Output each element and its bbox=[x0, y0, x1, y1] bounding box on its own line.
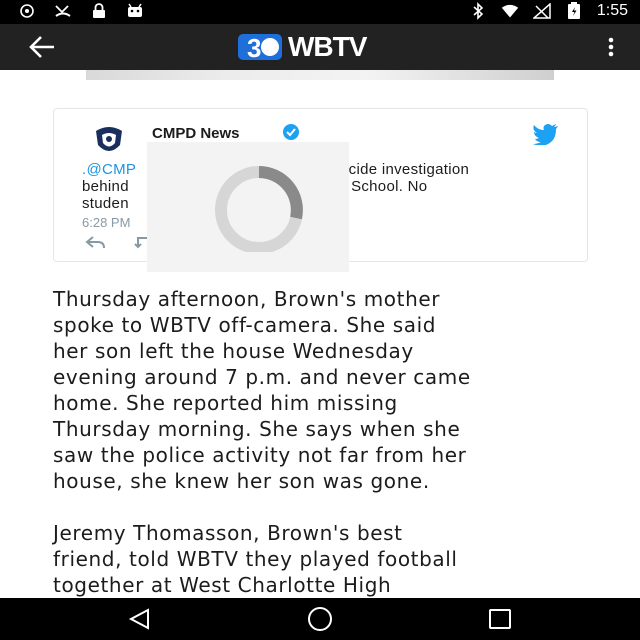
reply-icon[interactable] bbox=[84, 235, 106, 249]
signal-icon bbox=[532, 2, 551, 20]
article-line: spoke to WBTV off-camera. She said bbox=[53, 313, 437, 337]
tweet-timestamp[interactable]: 6:28 PM bbox=[82, 215, 130, 230]
article-paragraph-1: Thursday afternoon, Brown's mother spoke… bbox=[53, 286, 613, 494]
sync-icon bbox=[18, 2, 36, 20]
tweet-line3-head: studen bbox=[82, 195, 129, 212]
loading-overlay bbox=[147, 142, 349, 272]
logo-3-mark: 3 bbox=[238, 33, 282, 63]
nav-recents-button[interactable] bbox=[488, 608, 512, 630]
article-line: Thursday afternoon, Brown's mother bbox=[53, 287, 441, 311]
tweet-author-name[interactable]: CMPD News bbox=[152, 125, 240, 142]
article-line: home. She reported him missing bbox=[53, 391, 398, 415]
article-line: Thursday morning. She says when she bbox=[53, 417, 461, 441]
more-vertical-icon bbox=[608, 37, 614, 57]
article-line: her son left the house Wednesday bbox=[53, 339, 414, 363]
wifi-icon bbox=[501, 2, 519, 20]
nav-back-button[interactable] bbox=[128, 608, 152, 630]
logo-text: WBTV bbox=[288, 31, 367, 62]
article-body: Thursday afternoon, Brown's mother spoke… bbox=[53, 286, 613, 624]
article-line: together at West Charlotte High bbox=[53, 573, 392, 597]
battery-icon bbox=[565, 2, 583, 20]
more-options-button[interactable] bbox=[604, 34, 618, 60]
missed-call-icon bbox=[54, 2, 72, 20]
article-line: friend, told WBTV they played football bbox=[53, 547, 458, 571]
article-line: Jeremy Thomasson, Brown's best bbox=[53, 521, 403, 545]
tweet-line1-tail: micide investigation bbox=[332, 161, 470, 178]
verified-badge-icon bbox=[283, 124, 299, 140]
logo-mark-text: 3 bbox=[247, 33, 261, 63]
loading-spinner-icon bbox=[215, 166, 303, 252]
android-icon bbox=[126, 2, 144, 20]
bluetooth-icon bbox=[469, 2, 487, 20]
tweet-mention-link[interactable]: .@CMP bbox=[82, 161, 136, 178]
system-nav-bar bbox=[0, 598, 640, 640]
article-image-bottom bbox=[86, 70, 554, 80]
back-button[interactable] bbox=[28, 34, 58, 60]
clock: 1:55 bbox=[596, 2, 628, 19]
article-line: evening around 7 p.m. and never came bbox=[53, 365, 471, 389]
tweet-line2-head: behind bbox=[82, 178, 129, 195]
article-paragraph-2: Jeremy Thomasson, Brown's best friend, t… bbox=[53, 520, 613, 598]
article-line: saw the police activity not far from her bbox=[53, 443, 467, 467]
lock-icon bbox=[90, 2, 108, 20]
nav-home-button[interactable] bbox=[306, 606, 334, 632]
twitter-bird-icon[interactable] bbox=[533, 123, 559, 145]
status-bar: 1:55 bbox=[0, 0, 640, 24]
cmpd-badge-icon bbox=[96, 127, 122, 151]
article-line: house, she knew her son was gone. bbox=[53, 469, 430, 493]
wbtv-logo: 3 WBTV bbox=[236, 31, 367, 63]
app-bar: 3 WBTV bbox=[0, 24, 640, 70]
arrow-left-icon bbox=[29, 36, 54, 58]
